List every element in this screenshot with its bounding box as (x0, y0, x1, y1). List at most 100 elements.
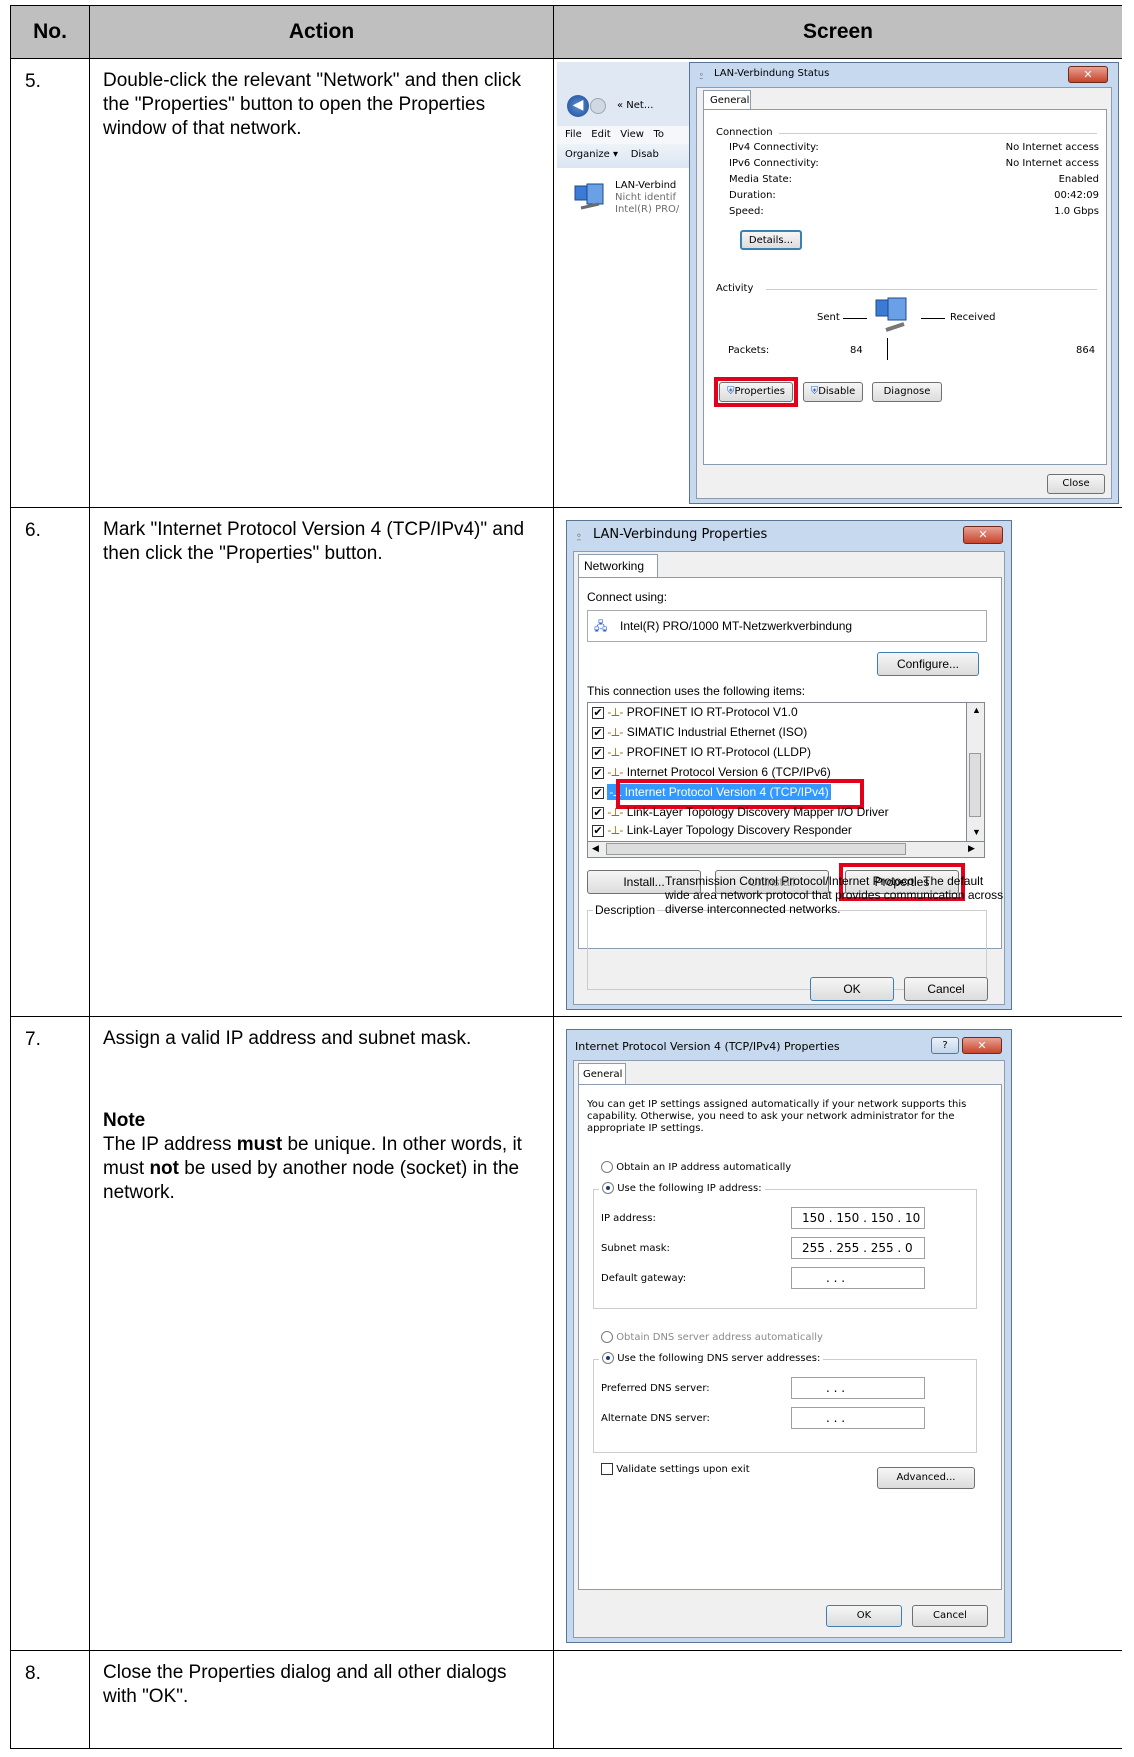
advanced-button[interactable]: Advanced... (877, 1467, 975, 1489)
default-gateway-field[interactable]: . . . (791, 1267, 925, 1289)
step-screen: Internet Protocol Version 4 (TCP/IPv4) P… (553, 1016, 1122, 1651)
menu-view[interactable]: View (620, 129, 644, 140)
table-row: 5. Double-click the relevant "Network" a… (10, 58, 1122, 508)
close-icon[interactable]: ✕ (963, 526, 1003, 544)
properties-dialog: ⍛ LAN-Verbindung Properties ✕ Networking… (566, 520, 1012, 1010)
packets-divider (887, 338, 888, 360)
list-item[interactable]: ✔ -⟂- Link-Layer Topology Discovery Resp… (592, 823, 852, 841)
status-row: IPv6 Connectivity: No Internet access (729, 158, 1099, 169)
group-divider (779, 133, 1097, 134)
horizontal-scrollbar[interactable]: ◀ ▶ (587, 842, 985, 858)
properties-button[interactable]: ⛨Properties (719, 382, 793, 402)
protocol-icon: -⟂- (607, 705, 624, 719)
protocol-icon: -⟂- (607, 823, 624, 837)
explorer-forward-icon[interactable] (590, 98, 606, 114)
obtain-dns-auto-option[interactable]: Obtain DNS server address automatically (601, 1331, 823, 1343)
checkbox[interactable]: ✔ (592, 766, 604, 779)
close-icon[interactable]: ✕ (1068, 66, 1108, 83)
cancel-button[interactable]: Cancel (904, 977, 988, 1001)
ipv4-dialog: Internet Protocol Version 4 (TCP/IPv4) P… (566, 1029, 1012, 1643)
close-button[interactable]: Close (1047, 474, 1105, 494)
step-action: Double-click the relevant "Network" and … (89, 58, 554, 508)
status-row: Media State: Enabled (729, 174, 1099, 185)
protocol-icon: -⟂- (607, 725, 624, 739)
preferred-dns-field[interactable]: . . . (791, 1377, 925, 1399)
step-screen: ◀ « Net... File Edit View To Organize ▾ … (553, 58, 1122, 508)
status-row: Duration: 00:42:09 (729, 190, 1099, 201)
table-row: 7. Assign a valid IP address and subnet … (10, 1016, 1122, 1651)
menu-edit[interactable]: Edit (591, 129, 610, 140)
adapter-field: 🖧 Intel(R) PRO/1000 MT-Netzwerkverbindun… (587, 610, 987, 642)
disable-button[interactable]: ⛨Disable (803, 382, 863, 402)
checkbox[interactable]: ✔ (592, 726, 604, 739)
scroll-up-icon[interactable]: ▲ (972, 705, 981, 715)
status-screenshot: ◀ « Net... File Edit View To Organize ▾ … (557, 62, 1119, 504)
list-item[interactable]: ✔ -⟂- PROFINET IO RT-Protocol V1.0 (592, 705, 798, 725)
radio-button[interactable] (602, 1352, 614, 1364)
connection-rows: IPv4 Connectivity: No Internet access IPv… (729, 142, 1099, 222)
close-icon[interactable]: ✕ (962, 1037, 1002, 1054)
checkbox[interactable]: ✔ (592, 806, 604, 819)
table-row: 6. Mark "Internet Protocol Version 4 (TC… (10, 507, 1122, 1017)
step-number: 6. (10, 507, 90, 1017)
step-action-text: Assign a valid IP address and subnet mas… (103, 1028, 472, 1049)
step-screen: ⍛ LAN-Verbindung Properties ✕ Networking… (553, 507, 1122, 1017)
packets-received-value: 864 (1076, 345, 1096, 356)
use-following-dns-option[interactable]: Use the following DNS server addresses: (599, 1352, 824, 1364)
radio-button[interactable] (601, 1331, 613, 1343)
ok-button[interactable]: OK (810, 977, 894, 1001)
step-action: Close the Properties dialog and all othe… (89, 1650, 554, 1749)
received-line (921, 318, 945, 319)
organize-menu[interactable]: Organize ▾ (565, 149, 618, 160)
items-list[interactable]: ✔ -⟂- PROFINET IO RT-Protocol V1.0 ✔ -⟂-… (587, 702, 967, 842)
cancel-button[interactable]: Cancel (912, 1605, 988, 1627)
details-button[interactable]: Details... (740, 230, 802, 250)
checkbox[interactable]: ✔ (592, 746, 604, 759)
scroll-thumb[interactable] (606, 843, 906, 855)
properties-dialog-title: LAN-Verbindung Properties (593, 527, 768, 542)
use-following-ip-option[interactable]: Use the following IP address: (599, 1182, 765, 1194)
radio-button[interactable] (602, 1182, 614, 1194)
explorer-back-icon[interactable]: ◀ (567, 95, 589, 117)
status-dialog-body: General Connection IPv4 Connectivity: No … (696, 87, 1112, 499)
help-icon[interactable]: ? (931, 1037, 959, 1054)
scroll-down-icon[interactable]: ▼ (972, 827, 981, 837)
scroll-left-icon[interactable]: ◀ (592, 843, 599, 854)
packets-sent-value: 84 (850, 345, 863, 356)
checkbox[interactable] (601, 1463, 613, 1475)
explorer-breadcrumb[interactable]: « Net... (617, 100, 653, 111)
network-adapter-item[interactable]: LAN-Verbind Nicht identif Intel(R) PRO/ (615, 180, 679, 216)
subnet-mask-field[interactable]: 255 . 255 . 255 . 0 (791, 1237, 925, 1259)
sent-line (843, 318, 867, 319)
configure-button[interactable]: Configure... (877, 652, 979, 676)
checkbox[interactable]: ✔ (592, 824, 604, 837)
menu-tools[interactable]: To (653, 129, 664, 140)
status-dialog-titlebar: ⍛ LAN-Verbindung Status ✕ (690, 63, 1118, 85)
list-item[interactable]: ✔ -⟂- PROFINET IO RT-Protocol (LLDP) (592, 745, 811, 765)
ipv4-dialog-body: General You can get IP settings assigned… (573, 1060, 1005, 1638)
menu-file[interactable]: File (565, 129, 582, 140)
header-no: No. (10, 5, 90, 59)
tab-general[interactable]: General (703, 90, 751, 110)
validate-settings-option[interactable]: Validate settings upon exit (601, 1463, 750, 1475)
protocol-icon: -⟂- (607, 745, 624, 759)
checkbox[interactable]: ✔ (592, 786, 604, 799)
checkbox[interactable]: ✔ (592, 706, 604, 719)
disable-toolbar-button[interactable]: Disab (631, 149, 659, 160)
ok-button[interactable]: OK (826, 1605, 902, 1627)
tab-general[interactable]: General (578, 1063, 626, 1085)
radio-button[interactable] (601, 1161, 613, 1173)
scroll-right-icon[interactable]: ▶ (968, 843, 975, 854)
scroll-thumb[interactable] (969, 753, 981, 817)
ipv4-panel: You can get IP settings assigned automat… (578, 1084, 1002, 1590)
alternate-dns-field[interactable]: . . . (791, 1407, 925, 1429)
list-item[interactable]: ✔ -⟂- SIMATIC Industrial Ethernet (ISO) (592, 725, 807, 745)
obtain-ip-auto-option[interactable]: Obtain an IP address automatically (601, 1161, 791, 1173)
tab-networking[interactable]: Networking (578, 554, 658, 578)
ip-address-field[interactable]: 150 . 150 . 150 . 10 (791, 1207, 925, 1229)
diagnose-button[interactable]: Diagnose (872, 382, 942, 402)
vertical-scrollbar[interactable]: ▲ ▼ (967, 702, 985, 842)
list-item[interactable]: ✔ -⟂- Link-Layer Topology Discovery Mapp… (592, 805, 889, 825)
items-label: This connection uses the following items… (587, 684, 806, 698)
protocol-icon: -⟂- (607, 765, 624, 779)
